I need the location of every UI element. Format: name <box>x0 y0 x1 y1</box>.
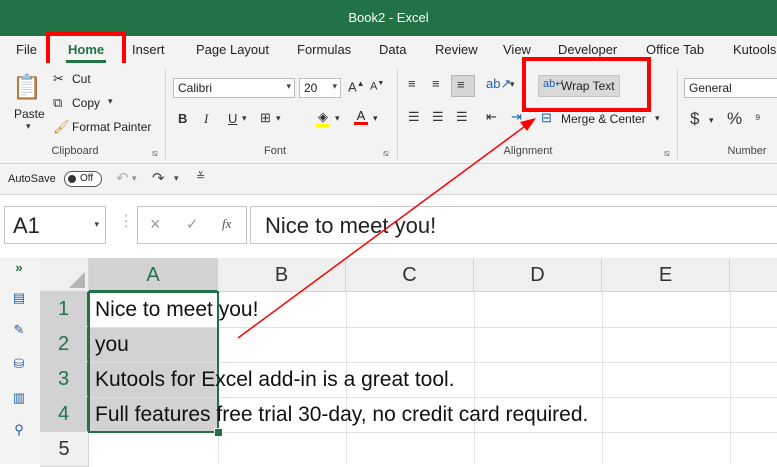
annotation-arrow <box>237 118 536 339</box>
